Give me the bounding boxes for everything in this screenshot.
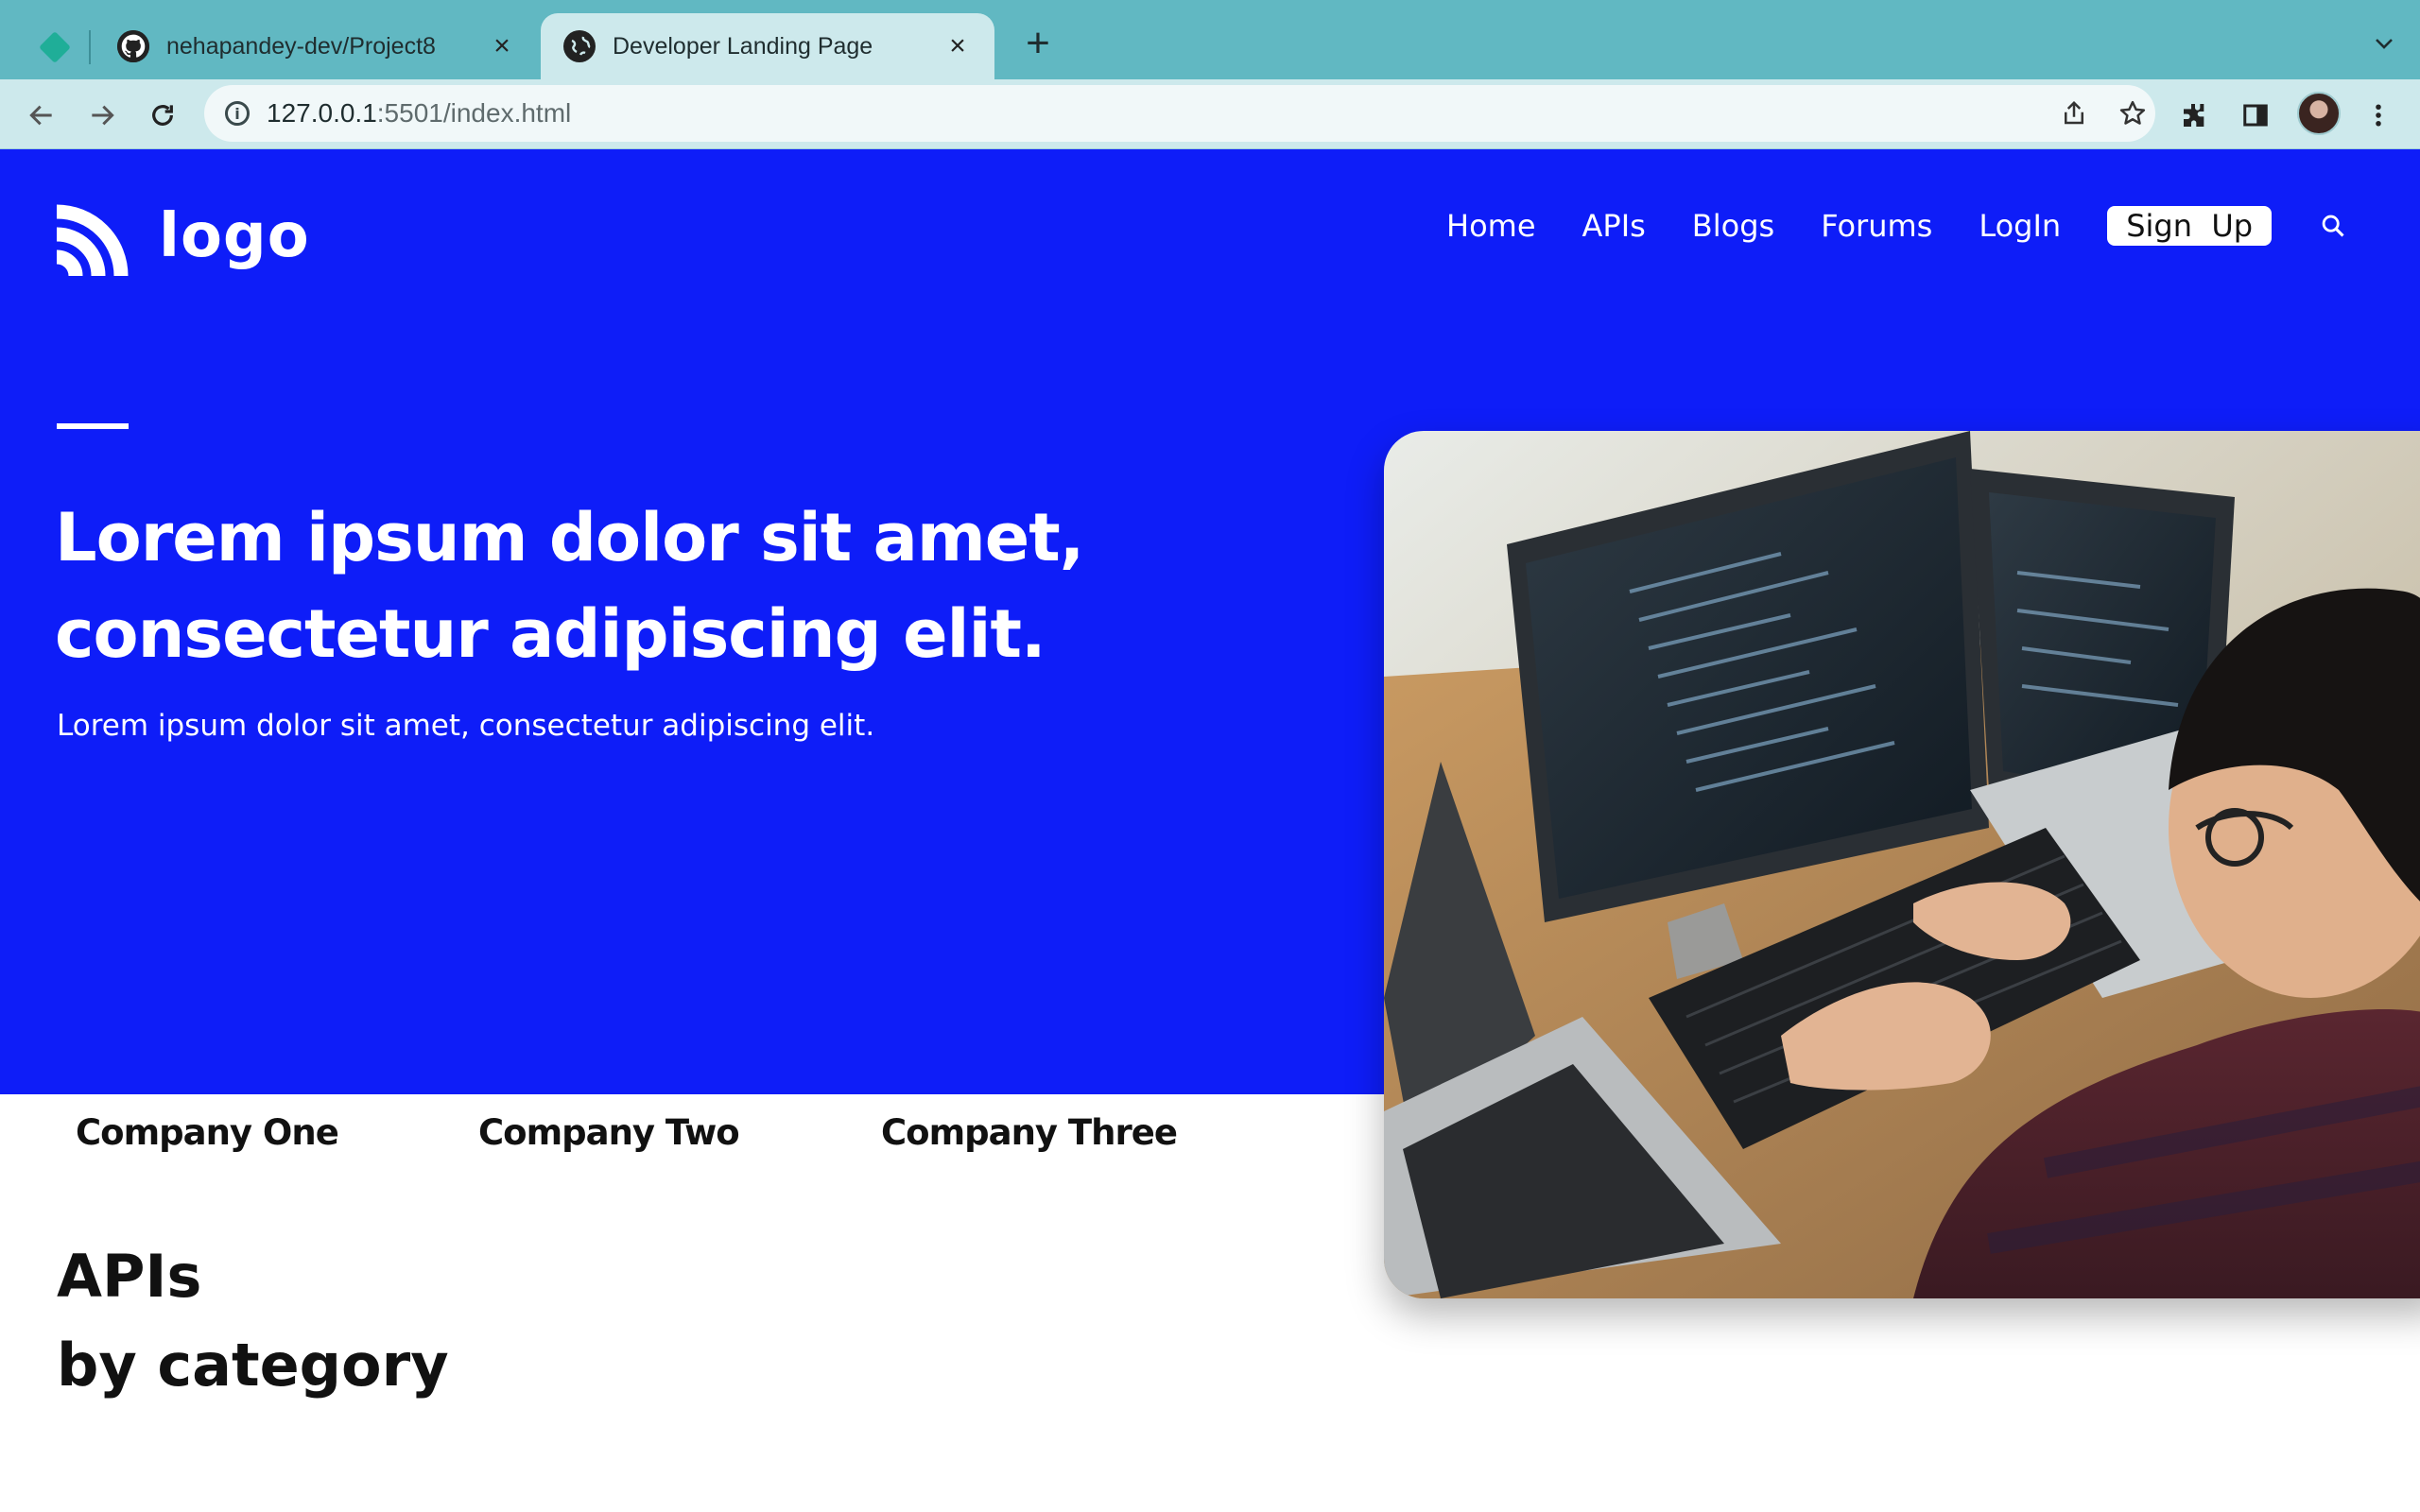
hero-title-line-2: consectetur adipiscing elit. xyxy=(55,595,1046,673)
forward-arrow-icon[interactable] xyxy=(83,96,121,134)
signup-button[interactable]: Sign Up xyxy=(2107,206,2273,246)
tab-close-icon[interactable]: × xyxy=(488,32,516,60)
site-logo[interactable]: logo xyxy=(55,195,310,278)
page-viewport: logo Home APIs Blogs Forums LogIn Sign U… xyxy=(0,149,2420,1512)
reload-icon[interactable] xyxy=(144,96,182,134)
pinned-tab[interactable] xyxy=(26,26,83,68)
tab-developer-landing-page[interactable]: Developer Landing Page × xyxy=(541,13,994,79)
site-info-icon[interactable]: i xyxy=(225,101,250,126)
nav-forums[interactable]: Forums xyxy=(1821,208,1932,244)
pinned-tab-diamond-icon xyxy=(39,31,71,63)
url-host: 127.0.0.1 xyxy=(267,98,377,128)
url-text: 127.0.0.1:5501/index.html xyxy=(267,98,571,129)
nav-login[interactable]: LogIn xyxy=(1979,208,2061,244)
logo-arcs-icon xyxy=(56,204,129,277)
tab-title: nehapandey-dev/Project8 xyxy=(166,32,436,60)
github-icon xyxy=(117,30,149,62)
globe-icon xyxy=(563,30,596,62)
hero-title-line-1: Lorem ipsum dolor sit amet, xyxy=(55,499,1084,576)
hero-subtitle: Lorem ipsum dolor sit amet, consectetur … xyxy=(57,709,875,743)
profile-avatar[interactable] xyxy=(2297,92,2341,135)
tab-search-chevron-icon[interactable] xyxy=(2373,32,2395,55)
tab-separator xyxy=(89,30,91,64)
apis-title-line-2: by category xyxy=(57,1331,449,1400)
tab-github-project[interactable]: nehapandey-dev/Project8 × xyxy=(95,13,539,79)
company-logo: Company Three xyxy=(881,1111,1178,1153)
hero-accent-line xyxy=(57,423,129,429)
address-bar[interactable]: i 127.0.0.1:5501/index.html xyxy=(204,85,2155,142)
apis-section-title: APIs by category xyxy=(57,1232,449,1410)
browser-toolbar: i 127.0.0.1:5501/index.html xyxy=(0,79,2420,149)
bookmark-star-icon[interactable] xyxy=(2118,98,2148,129)
nav-home[interactable]: Home xyxy=(1446,208,1536,244)
share-icon[interactable] xyxy=(2059,98,2089,129)
nav-blogs[interactable]: Blogs xyxy=(1692,208,1774,244)
main-nav: Home APIs Blogs Forums LogIn Sign Up xyxy=(1446,206,2349,246)
tab-close-icon[interactable]: × xyxy=(943,32,972,60)
nav-apis[interactable]: APIs xyxy=(1582,208,1646,244)
hero-developer-photo xyxy=(1384,431,2420,1298)
extensions-puzzle-icon[interactable] xyxy=(2176,96,2214,134)
browser-menu-icon[interactable] xyxy=(2360,96,2397,134)
search-icon[interactable] xyxy=(2317,210,2349,242)
company-logos-row: Company One Company Two Company Three xyxy=(76,1094,1178,1170)
browser-tab-strip: nehapandey-dev/Project8 × Developer Land… xyxy=(0,0,2420,79)
apis-title-line-1: APIs xyxy=(57,1242,202,1311)
back-arrow-icon[interactable] xyxy=(23,96,60,134)
hero-title: Lorem ipsum dolor sit amet, consectetur … xyxy=(55,490,1189,682)
company-logo: Company Two xyxy=(478,1111,740,1153)
logo-text: logo xyxy=(159,201,310,271)
url-path: :5501/index.html xyxy=(376,98,572,128)
new-tab-button[interactable]: + xyxy=(1019,23,1057,66)
company-logo: Company One xyxy=(76,1111,339,1153)
tab-title: Developer Landing Page xyxy=(613,32,873,60)
side-panel-icon[interactable] xyxy=(2237,96,2274,134)
